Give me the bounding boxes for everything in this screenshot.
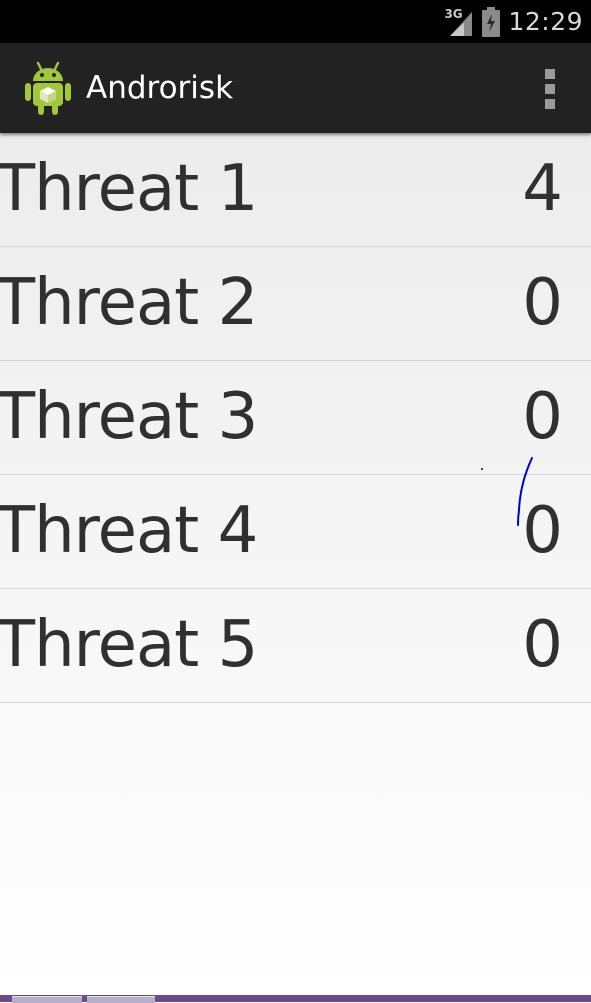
overflow-menu-icon[interactable] <box>543 69 557 109</box>
action-bar: Androrisk <box>0 43 591 133</box>
app-title: Androrisk <box>86 70 234 106</box>
threat-name: Threat 4 <box>0 494 258 568</box>
threat-row-5[interactable]: Threat 5 0 <box>0 589 591 703</box>
battery-icon <box>482 6 501 37</box>
annotation-stroke <box>481 457 533 526</box>
android-robot-icon[interactable] <box>22 59 74 117</box>
threat-row-1[interactable]: Threat 1 4 <box>0 133 591 247</box>
menu-dot <box>545 84 555 94</box>
network-type-label: 3G <box>444 6 463 21</box>
threat-name: Threat 1 <box>0 152 258 226</box>
threat-list: Threat 1 4 Threat 2 0 Threat 3 0 Threat … <box>0 133 591 995</box>
threat-name: Threat 2 <box>0 266 258 340</box>
menu-dot <box>545 99 555 109</box>
threat-count: 4 <box>522 152 563 226</box>
threat-count: 0 <box>522 608 563 682</box>
threat-name: Threat 3 <box>0 380 258 454</box>
threat-count: 0 <box>522 266 563 340</box>
signal-icon: 3G <box>444 6 474 38</box>
status-icons: 3G 12:29 <box>444 0 583 43</box>
menu-dot <box>545 69 555 79</box>
status-bar: 3G 12:29 <box>0 0 591 43</box>
clock: 12:29 <box>508 7 583 36</box>
threat-row-2[interactable]: Threat 2 0 <box>0 247 591 361</box>
taskbar-strip <box>0 995 591 1003</box>
threat-name: Threat 5 <box>0 608 258 682</box>
